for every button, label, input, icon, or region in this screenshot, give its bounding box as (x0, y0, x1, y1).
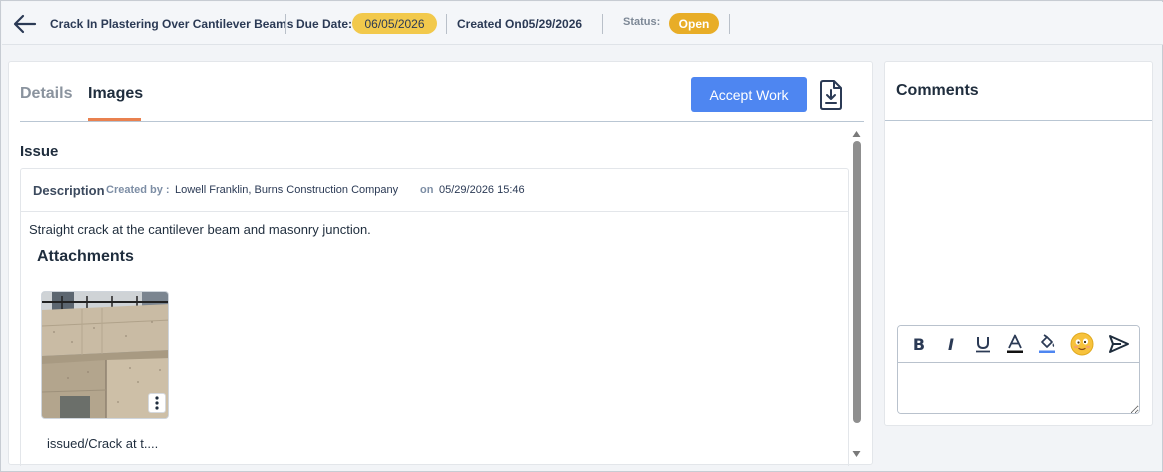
issue-heading: Issue (20, 143, 59, 160)
tab-details[interactable]: Details (20, 85, 72, 103)
created-on-label: on (420, 184, 434, 196)
font-color-icon (1007, 334, 1023, 353)
font-color-button[interactable] (1002, 331, 1028, 357)
created-on-value: 05/29/2026 (522, 17, 583, 31)
accept-work-button[interactable]: Accept Work (691, 77, 807, 112)
italic-button[interactable]: I (938, 331, 964, 357)
due-date-badge: 06/05/2026 (352, 13, 437, 34)
arrow-left-icon (13, 14, 37, 34)
fill-color-button[interactable] (1034, 331, 1060, 357)
scrollbar-thumb[interactable] (853, 141, 861, 423)
status-label: Status: (623, 16, 661, 28)
description-title: Description (33, 183, 105, 198)
tabs-divider (20, 121, 864, 122)
header-divider (729, 14, 730, 34)
due-date-label: Due Date: (296, 17, 353, 31)
more-vertical-icon (155, 396, 159, 410)
app-window: Crack In Plastering Over Cantilever Beam… (0, 0, 1163, 472)
description-header: Description Created by : Lowell Franklin… (21, 169, 848, 212)
comments-panel: Comments B I (884, 61, 1153, 426)
header-divider (446, 14, 447, 34)
description-text: Straight crack at the cantilever beam an… (29, 222, 371, 237)
comments-title: Comments (896, 82, 979, 99)
created-date-value: 05/29/2026 15:46 (439, 184, 525, 196)
editor-toolbar: B I (898, 326, 1139, 363)
comment-input[interactable] (898, 364, 1139, 413)
underline-icon (976, 337, 990, 353)
download-report-button[interactable] (817, 79, 845, 111)
back-button[interactable] (12, 12, 38, 36)
scroll-up-button[interactable] (851, 126, 862, 137)
bold-icon: B (912, 334, 926, 354)
attachment-menu-button[interactable] (148, 393, 166, 413)
comment-editor: B I (897, 325, 1140, 414)
attachment-caption: issued/Crack at t.... (47, 436, 159, 451)
created-by-value: Lowell Franklin, Burns Construction Comp… (175, 184, 399, 196)
top-header: Crack In Plastering Over Cantilever Beam… (2, 2, 1163, 45)
file-download-icon (820, 80, 842, 110)
triangle-up-icon (852, 131, 861, 137)
attachments-heading: Attachments (37, 248, 134, 265)
description-card: Description Created by : Lowell Franklin… (20, 168, 849, 466)
italic-icon: I (948, 334, 954, 354)
scroll-down-button[interactable] (851, 446, 862, 457)
header-divider (285, 14, 286, 34)
main-panel: Details Images Accept Work Issue Descrip… (8, 61, 873, 466)
underline-button[interactable] (970, 331, 996, 357)
scrollbar[interactable] (851, 126, 862, 458)
send-button[interactable] (1106, 331, 1132, 357)
created-by-label: Created by : (106, 184, 170, 196)
triangle-down-icon (852, 451, 861, 457)
emoji-button[interactable] (1069, 331, 1095, 357)
created-on-label: Created On: (457, 17, 526, 31)
header-divider (602, 14, 603, 34)
bold-button[interactable]: B (906, 331, 932, 357)
fill-color-icon (1039, 334, 1055, 353)
send-icon (1109, 335, 1129, 353)
emoji-icon (1070, 332, 1094, 356)
comments-divider (885, 120, 1152, 121)
attachment-thumbnail[interactable] (41, 291, 169, 419)
status-badge: Open (669, 13, 719, 34)
issue-title: Crack In Plastering Over Cantilever Beam… (50, 17, 294, 31)
tab-images[interactable]: Images (88, 85, 143, 103)
